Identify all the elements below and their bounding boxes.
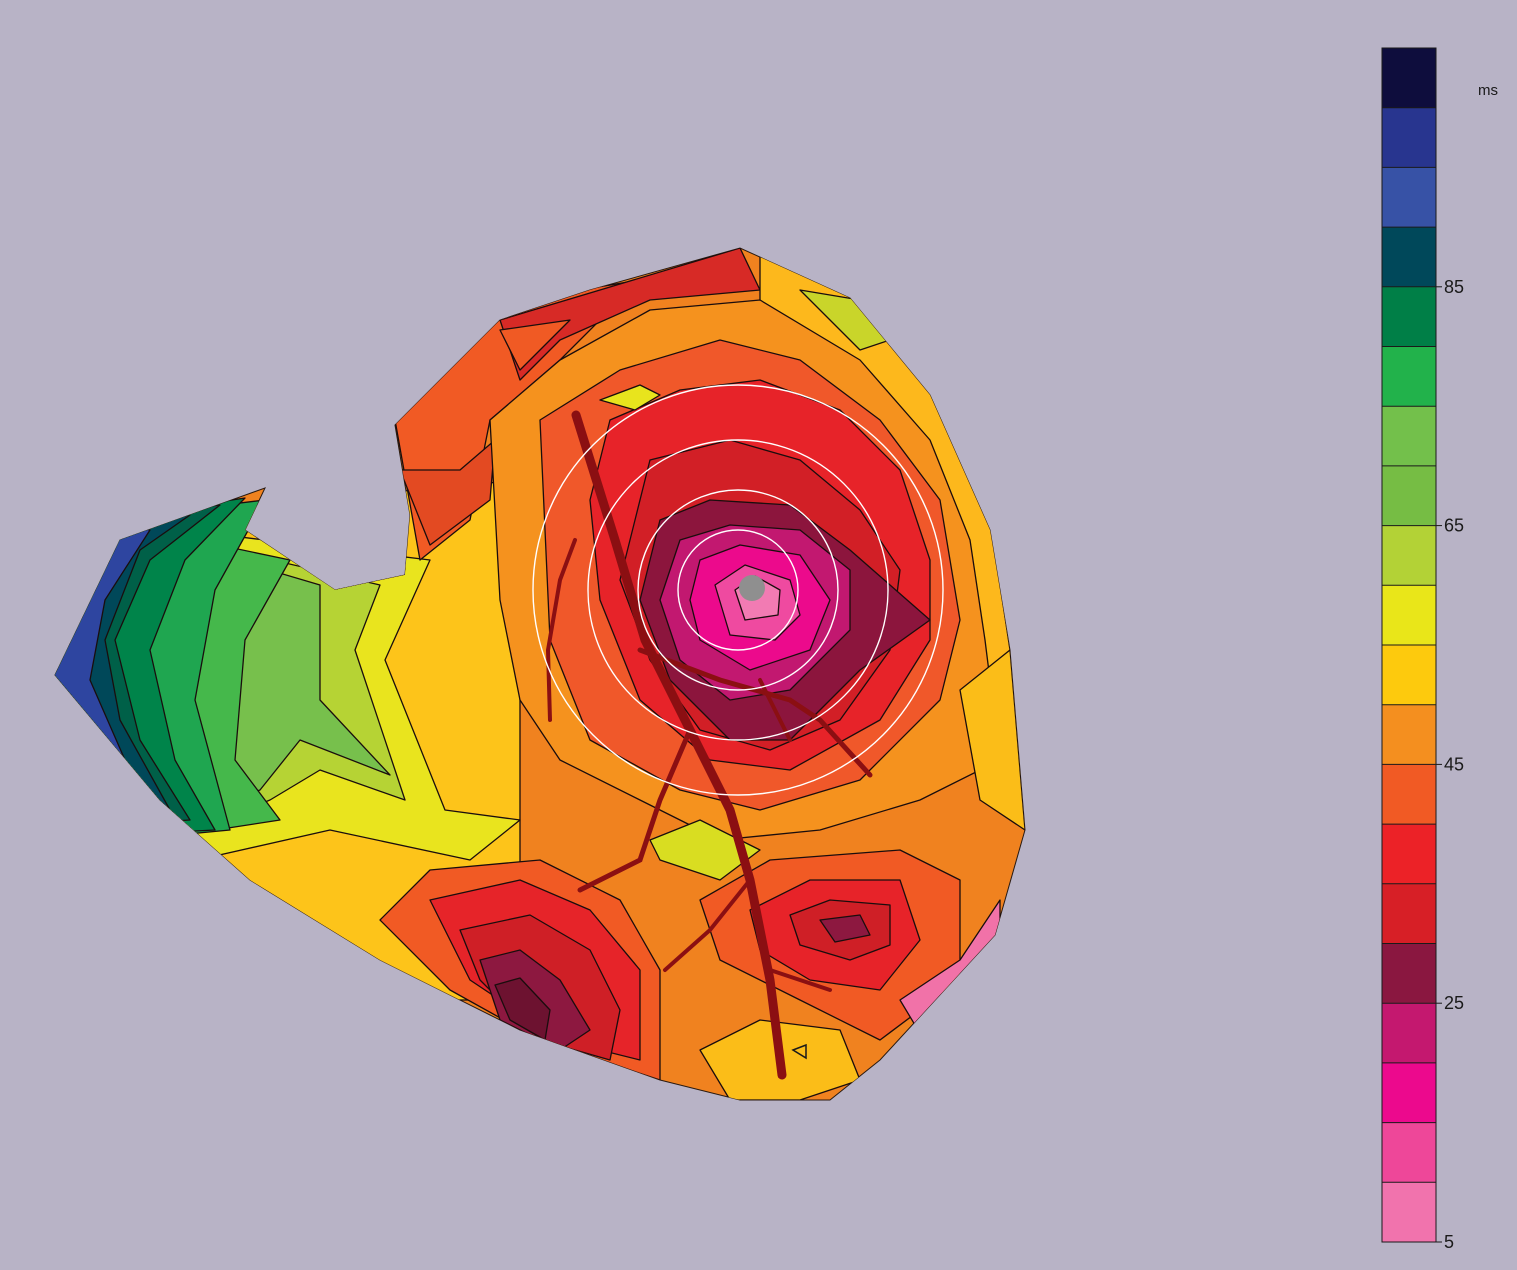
pacing-site-marker [739, 575, 765, 601]
colorbar-band [1382, 645, 1436, 706]
colorbar-band [1382, 1003, 1436, 1064]
activation-map-view: ms 85 65 45 25 5 [54, 47, 1498, 1252]
colorbar: ms 85 65 45 25 5 [1381, 47, 1498, 1252]
colorbar-tick-label: 85 [1444, 277, 1464, 297]
heart-surface [54, 247, 1026, 1101]
colorbar-tick-label: 5 [1444, 1232, 1454, 1252]
colorbar-band [1382, 1122, 1436, 1183]
colorbar-band [1382, 883, 1436, 944]
colorbar-tick-label: 25 [1444, 993, 1464, 1013]
colorbar-band [1382, 525, 1436, 586]
colorbar-band [1382, 346, 1436, 407]
colorbar-tick-label: 65 [1444, 516, 1464, 536]
colorbar-band [1382, 465, 1436, 527]
colorbar-ticks: 85 65 45 25 5 [1436, 277, 1464, 1252]
colorbar-band [1382, 227, 1436, 288]
colorbar-band [1382, 585, 1436, 646]
colorbar-band [1382, 1062, 1436, 1124]
colorbar-bands [1382, 48, 1436, 1243]
colorbar-tick-label: 45 [1444, 754, 1464, 774]
colorbar-band [1382, 286, 1436, 347]
colorbar-band [1382, 764, 1436, 825]
colorbar-band [1382, 1182, 1436, 1243]
colorbar-band [1382, 107, 1436, 168]
colorbar-band [1382, 943, 1436, 1004]
colorbar-band [1382, 704, 1436, 765]
colorbar-unit-label: ms [1478, 82, 1498, 99]
colorbar-band [1382, 824, 1436, 885]
colorbar-band [1382, 48, 1436, 109]
colorbar-band [1382, 167, 1436, 228]
colorbar-band [1382, 406, 1436, 467]
